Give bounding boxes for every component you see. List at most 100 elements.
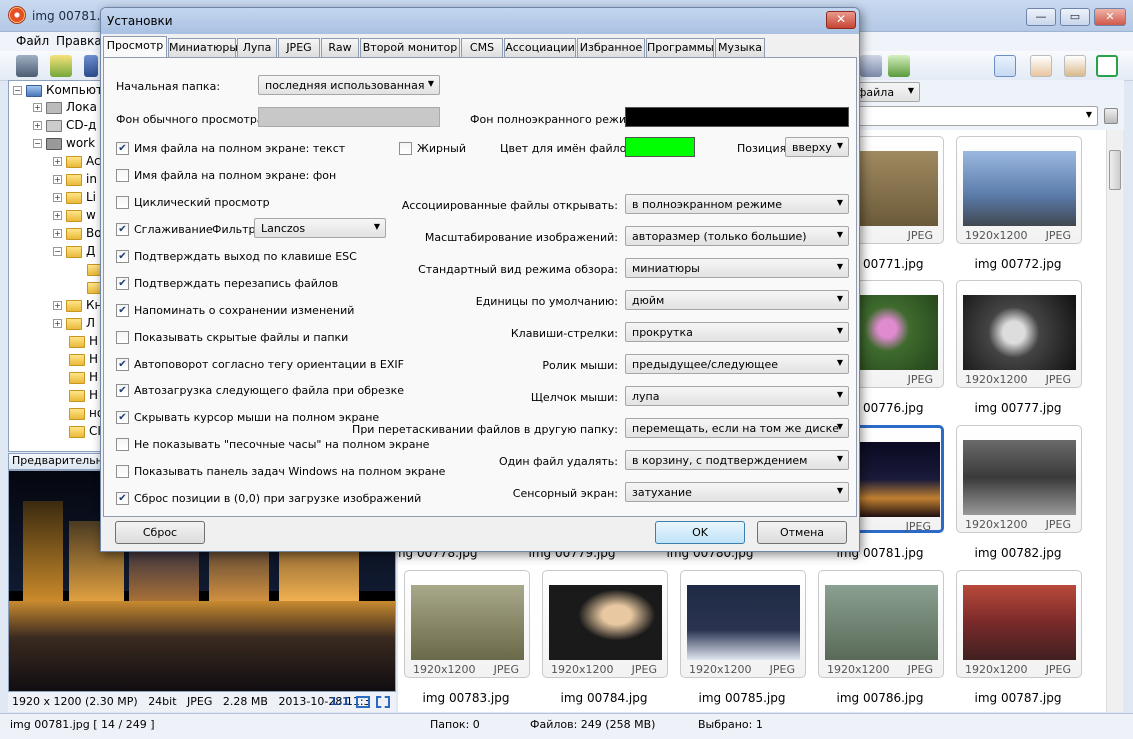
thumb-caption: img 00772.jpg <box>974 257 1062 271</box>
checkbox-label: Не показывать "песочные часы" на полном … <box>134 438 430 451</box>
thumbnail[interactable]: 1920x1200 JPEG <box>956 425 1082 533</box>
zoom-1to1-button[interactable]: 1:1 <box>330 695 350 708</box>
option-select[interactable]: перемещать, если на том же диске ▼ <box>625 418 849 438</box>
camera-icon[interactable] <box>16 55 38 77</box>
tab-associations[interactable]: Ассоциации <box>504 38 576 57</box>
close-button[interactable]: ✕ <box>1094 8 1126 26</box>
option-label: Ассоциированные файлы открывать: <box>401 199 618 212</box>
checkbox[interactable]: ✔ <box>116 411 129 424</box>
minimize-button[interactable]: — <box>1026 8 1056 26</box>
fullscreen-icon[interactable] <box>1096 55 1118 77</box>
statusbar: img 00781.jpg [ 14 / 249 ] Папок: 0 Файл… <box>0 713 1133 739</box>
option-select[interactable]: лупа ▼ <box>625 386 849 406</box>
thumbnail[interactable]: 1920x1200 JPEG <box>680 570 806 678</box>
checkbox-label: Напоминать о сохранении изменений <box>134 304 355 317</box>
option-label: Стандартный вид режима обзора: <box>418 263 618 276</box>
bg-normal-swatch[interactable] <box>258 107 440 127</box>
thumbnail[interactable]: 1920x1200 JPEG <box>956 136 1082 244</box>
fit-icon[interactable] <box>356 696 370 708</box>
start-folder-label: Начальная папка: <box>116 80 221 93</box>
position-select[interactable]: вверху ▼ <box>785 137 849 157</box>
dialog-close-button[interactable]: ✕ <box>826 11 856 29</box>
bold-checkbox[interactable] <box>399 142 412 155</box>
menu-edit[interactable]: Правка <box>56 34 102 48</box>
print-icon[interactable] <box>860 55 882 77</box>
thumbnails-view-icon[interactable] <box>994 55 1016 77</box>
option-select[interactable]: затухание ▼ <box>625 482 849 502</box>
thumb-caption: img 00783.jpg <box>422 691 510 705</box>
thumb-caption: img 00787.jpg <box>974 691 1062 705</box>
option-label: При перетаскивании файлов в другую папку… <box>352 423 618 436</box>
checkbox[interactable] <box>116 438 129 451</box>
filter-select[interactable]: Lanczos ▼ <box>254 218 386 238</box>
bg-full-label: Фон полноэкранного режима: <box>470 113 645 126</box>
tab-view[interactable]: Просмотр <box>103 36 167 58</box>
checkbox[interactable]: ✔ <box>116 223 129 236</box>
thumbnail[interactable]: 1920x1200 JPEG <box>404 570 530 678</box>
vertical-scrollbar[interactable] <box>1106 130 1123 712</box>
checkbox-label: Имя файла на полном экране: текст <box>134 142 346 155</box>
bg-full-swatch[interactable] <box>625 107 849 127</box>
tab-cms[interactable]: CMS <box>461 38 503 57</box>
thumb-caption: img 00777.jpg <box>974 401 1062 415</box>
scroll-thumb[interactable] <box>1109 150 1121 190</box>
option-label: Один файл удалять: <box>498 455 618 468</box>
tab-raw[interactable]: Raw <box>321 38 359 57</box>
tab-second-monitor[interactable]: Второй монитор <box>360 38 460 57</box>
save-icon[interactable] <box>84 55 98 77</box>
checkbox[interactable] <box>116 331 129 344</box>
option-select[interactable]: прокрутка ▼ <box>625 322 849 342</box>
person-view-icon[interactable] <box>1064 55 1086 77</box>
sort-select[interactable]: файла ▼ <box>850 82 920 102</box>
checkbox[interactable]: ✔ <box>116 492 129 505</box>
checkbox[interactable]: ✔ <box>116 142 129 155</box>
tab-thumbnails[interactable]: Миниатюры <box>168 38 238 57</box>
name-color-swatch[interactable] <box>625 137 695 157</box>
preview-info: 1920 x 1200 (2.30 MP) 24bit JPEG 2.28 MB… <box>8 692 396 712</box>
checkbox[interactable]: ✔ <box>116 384 129 397</box>
ok-button[interactable]: OK <box>655 521 745 544</box>
settings-dialog: Установки ✕ Просмотр Миниатюры Лупа JPEG… <box>100 7 860 552</box>
menu-file[interactable]: Файл <box>16 34 49 48</box>
thumbnail[interactable]: 1920x1200 JPEG <box>818 570 944 678</box>
thumbnail[interactable]: 1920x1200 JPEG <box>542 570 668 678</box>
tab-magnifier[interactable]: Лупа <box>237 38 277 57</box>
checkbox[interactable]: ✔ <box>116 277 129 290</box>
checkbox[interactable]: ✔ <box>116 250 129 263</box>
folder-up-icon[interactable] <box>50 55 72 77</box>
checkbox[interactable]: ✔ <box>116 304 129 317</box>
option-label: Единицы по умолчанию: <box>475 295 618 308</box>
bg-normal-label: Фон обычного просмотра: <box>116 113 268 126</box>
start-folder-select[interactable]: последняя использованная ▼ <box>258 75 440 95</box>
fullscreen-preview-icon[interactable] <box>376 696 390 708</box>
checkbox-label: Скрывать курсор мыши на полном экране <box>134 411 380 424</box>
checkbox[interactable] <box>116 196 129 209</box>
status-folders: Папок: 0 <box>430 718 480 731</box>
path-combo[interactable]: ▼ <box>850 106 1098 126</box>
maximize-button[interactable]: ▭ <box>1060 8 1090 26</box>
option-select[interactable]: предыдущее/следующее ▼ <box>625 354 849 374</box>
preview-size: 2.28 MB <box>222 695 268 708</box>
option-select[interactable]: авторазмер (только большие) ▼ <box>625 226 849 246</box>
thumb-caption: img 00782.jpg <box>974 546 1062 560</box>
tab-jpeg[interactable]: JPEG <box>278 38 320 57</box>
checkbox[interactable] <box>116 465 129 478</box>
option-select[interactable]: миниатюры ▼ <box>625 258 849 278</box>
thumb-caption: img 00785.jpg <box>698 691 786 705</box>
checkbox[interactable]: ✔ <box>116 358 129 371</box>
tab-favorites[interactable]: Избранное <box>577 38 645 57</box>
tab-programs[interactable]: Программы <box>646 38 714 57</box>
tab-music[interactable]: Музыка <box>715 38 765 57</box>
option-select[interactable]: в корзину, с подтверждением ▼ <box>625 450 849 470</box>
thumbnail[interactable]: 1920x1200 JPEG <box>956 280 1082 388</box>
checkbox[interactable] <box>116 169 129 182</box>
checkbox-label: Автоповорот согласно тегу ориентации в E… <box>134 358 404 371</box>
option-select[interactable]: в полноэкранном режиме ▼ <box>625 194 849 214</box>
option-select[interactable]: дюйм ▼ <box>625 290 849 310</box>
reset-button[interactable]: Сброс <box>115 521 205 544</box>
checklist-icon[interactable] <box>888 55 910 77</box>
trash-icon[interactable] <box>1104 108 1118 124</box>
image-view-icon[interactable] <box>1030 55 1052 77</box>
cancel-button[interactable]: Отмена <box>757 521 847 544</box>
thumbnail[interactable]: 1920x1200 JPEG <box>956 570 1082 678</box>
